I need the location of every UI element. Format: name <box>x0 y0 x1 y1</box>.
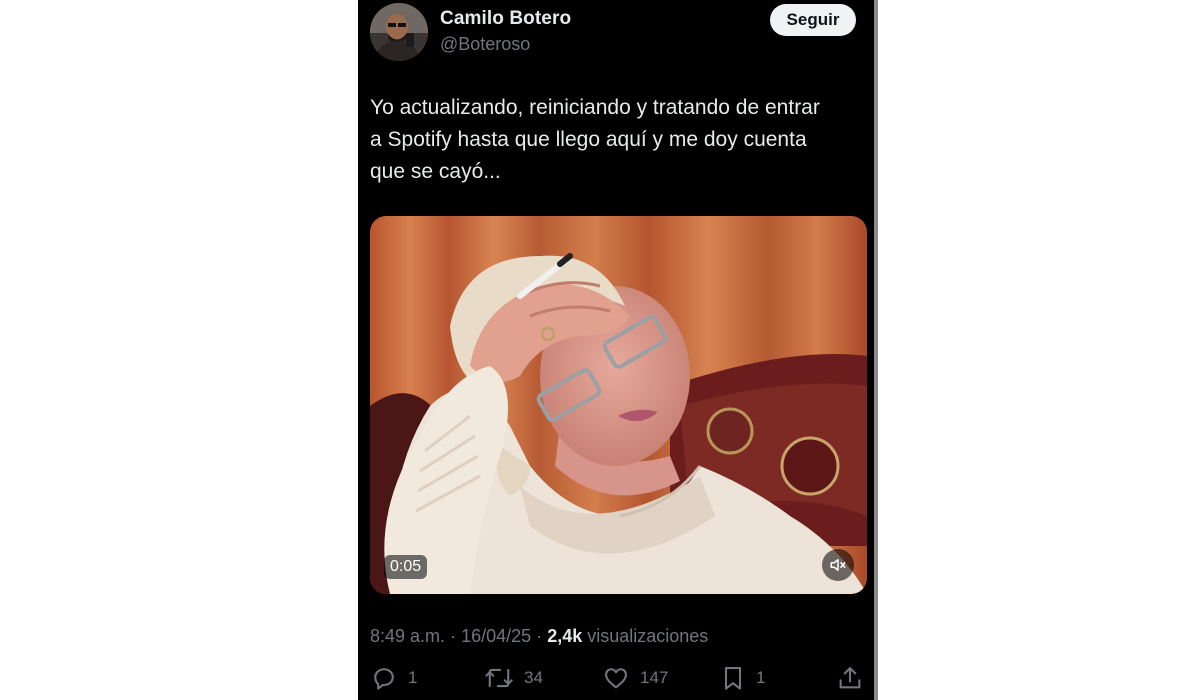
video-duration: 0:05 <box>384 555 428 579</box>
share-icon <box>839 667 861 689</box>
bookmark-count: 1 <box>756 668 766 687</box>
reply-button[interactable]: 1 <box>370 664 417 692</box>
bookmark-button[interactable]: 1 <box>720 664 765 692</box>
retweet-icon <box>485 668 513 688</box>
retweet-button[interactable]: 34 <box>484 664 543 692</box>
share-button[interactable] <box>836 664 874 692</box>
tweet-time[interactable]: 8:49 a.m. <box>370 626 445 646</box>
bookmark-icon <box>724 667 742 690</box>
reply-count: 1 <box>408 668 418 687</box>
phone-edge <box>874 0 878 700</box>
meta-separator: · <box>450 626 457 646</box>
tweet-actions: 1 34 147 1 <box>370 664 866 700</box>
tweet-date[interactable]: 16/04/25 <box>461 626 531 646</box>
follow-button[interactable]: Seguir <box>770 4 856 36</box>
author-handle[interactable]: @Boteroso <box>440 34 530 55</box>
like-button[interactable]: 147 <box>602 664 668 692</box>
views-label: visualizaciones <box>587 626 709 646</box>
like-count: 147 <box>640 668 669 687</box>
heart-icon <box>605 668 627 689</box>
retweet-count: 34 <box>524 668 543 687</box>
author-name[interactable]: Camilo Botero <box>440 8 571 30</box>
tweet-metadata: 8:49 a.m. · 16/04/25 · 2,4k visualizacio… <box>370 626 708 647</box>
views-count: 2,4k <box>547 626 583 646</box>
volume-muted-icon[interactable] <box>822 549 854 581</box>
reply-icon <box>374 668 394 690</box>
avatar[interactable] <box>370 3 428 61</box>
meta-separator: · <box>536 626 543 646</box>
tweet-screen: Camilo Botero @Boteroso Seguir Yo actual… <box>358 0 874 700</box>
tweet-text: Yo actualizando, reiniciando y tratando … <box>370 96 820 183</box>
tweet-video[interactable]: 0:05 <box>370 216 867 594</box>
